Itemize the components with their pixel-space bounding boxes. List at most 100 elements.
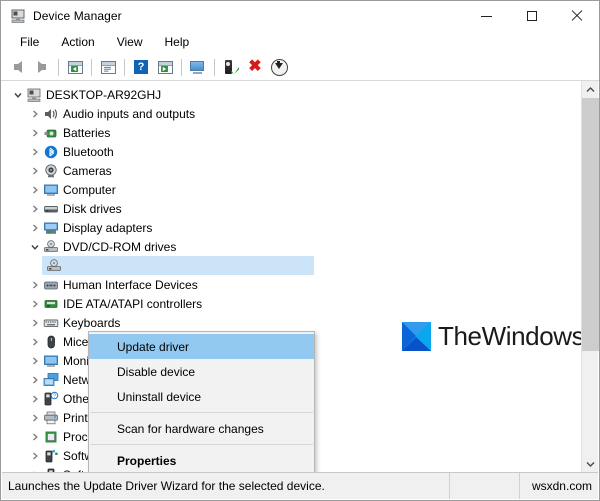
toolbar-update-driver-button[interactable] [267,56,291,79]
forward-arrow-icon [38,61,46,73]
device-tree-pane[interactable]: TheWindowsClub DESKTOP-AR92GHJ [2,81,599,472]
tree-node-label: Bluetooth [63,144,114,159]
update-driver-icon [270,58,288,76]
bluetooth-icon [43,144,59,160]
context-menu-item-scan-for-hardware-changes[interactable]: Scan for hardware changes [89,416,314,441]
status-watermark: wsxdn.com [531,479,592,493]
context-menu-item-properties[interactable]: Properties [89,448,314,472]
tree-node-disk-drives[interactable]: Disk drives [2,199,577,218]
tree-node-audio-inputs-and-outputs[interactable]: Audio inputs and outputs [2,104,577,123]
toolbar-help-button[interactable]: ? [129,56,153,79]
computer-icon [26,87,42,103]
enable-device-icon [224,60,239,74]
other-device-icon: ? [43,391,59,407]
monitor-icon [43,182,59,198]
context-menu-item-uninstall-device[interactable]: Uninstall device [89,384,314,409]
context-menu-separator [90,412,313,413]
context-menu-separator [90,444,313,445]
chevron-right-icon[interactable] [27,410,43,426]
tree-node-label: Computer [63,182,116,197]
title-bar: Device Manager [1,1,599,31]
chevron-right-icon[interactable] [27,106,43,122]
monitor-icon [43,353,59,369]
tree-node-cameras[interactable]: Cameras [2,161,577,180]
speaker-icon [43,106,59,122]
tree-node-dvd-cd-rom-drives[interactable]: DVD/CD-ROM drives [2,237,577,256]
tree-node-bluetooth[interactable]: Bluetooth [2,142,577,161]
toolbar-uninstall-device-button[interactable]: ✖ [243,56,267,79]
toolbar-back-button[interactable] [6,56,30,79]
toolbar-action-pane-button[interactable] [153,56,177,79]
chevron-down-icon[interactable] [27,239,43,255]
tree-node-label: Cameras [63,163,112,178]
software-component-icon [43,448,59,464]
chevron-right-icon[interactable] [27,144,43,160]
chevron-right-icon[interactable] [27,334,43,350]
ide-controller-icon [43,296,59,312]
tree-node-label: Keyboards [63,315,121,330]
close-button[interactable] [554,1,599,31]
device-manager-icon [10,8,26,24]
tree-node-display-adapters[interactable]: Display adapters [2,218,577,237]
toolbar-separator [124,58,125,76]
chevron-right-icon[interactable] [27,429,43,445]
chevron-down-icon[interactable] [10,87,26,103]
chevron-right-icon[interactable] [27,353,43,369]
menu-item-view[interactable]: View [106,32,154,53]
toolbar: ? ✖ [1,54,599,81]
scroll-up-button[interactable] [582,81,599,98]
selection-highlight [42,256,314,275]
tree-node-root[interactable]: DESKTOP-AR92GHJ [2,85,577,104]
context-menu: Update driver Disable device Uninstall d… [88,331,315,472]
tree-node-label: Disk drives [63,201,122,216]
tree-node-label: Display adapters [63,220,153,235]
watermark: TheWindowsClub [402,321,599,352]
menu-item-file[interactable]: File [9,32,50,53]
back-arrow-icon [14,61,22,73]
toolbar-enable-device-button[interactable] [219,56,243,79]
tree-node-label: IDE ATA/ATAPI controllers [63,296,203,311]
toolbar-console-tree-button[interactable] [63,56,87,79]
chevron-right-icon[interactable] [27,372,43,388]
chevron-right-icon[interactable] [27,391,43,407]
scrollbar-thumb[interactable] [582,98,599,351]
toolbar-forward-button[interactable] [30,56,54,79]
chevron-right-icon[interactable] [27,315,43,331]
tree-node-label: DESKTOP-AR92GHJ [46,87,162,102]
tree-node-human-interface-devices[interactable]: Human Interface Devices [2,275,577,294]
menu-item-action[interactable]: Action [50,32,105,53]
tree-node-label: Audio inputs and outputs [63,106,196,121]
status-bar: Launches the Update Driver Wizard for th… [2,472,598,499]
tree-node-batteries[interactable]: Batteries [2,123,577,142]
toolbar-separator [181,58,182,76]
toolbar-separator [214,58,215,76]
status-cell-2 [450,473,520,499]
chevron-right-icon[interactable] [27,163,43,179]
tree-node-selected-optical-device[interactable] [2,256,577,275]
tree-node-label: Human Interface Devices [63,277,198,292]
tree-node-ide-ata-atapi-controllers[interactable]: IDE ATA/ATAPI controllers [2,294,577,313]
chevron-right-icon[interactable] [27,201,43,217]
show-hide-action-pane-icon [157,60,173,74]
status-message: Launches the Update Driver Wizard for th… [2,473,450,499]
chevron-right-icon[interactable] [27,220,43,236]
minimize-button[interactable] [464,1,509,31]
scan-for-hardware-changes-icon [190,60,206,74]
menu-item-help[interactable]: Help [154,32,201,53]
scroll-down-button[interactable] [582,455,599,472]
maximize-button[interactable] [509,1,554,31]
context-menu-item-disable-device[interactable]: Disable device [89,359,314,384]
toolbar-scan-hardware-button[interactable] [186,56,210,79]
vertical-scrollbar[interactable] [581,81,599,472]
chevron-right-icon[interactable] [27,296,43,312]
chevron-right-icon[interactable] [27,448,43,464]
tree-node-computer[interactable]: Computer [2,180,577,199]
maximize-icon [526,11,537,21]
chevron-right-icon[interactable] [27,125,43,141]
context-menu-item-update-driver[interactable]: Update driver [89,334,314,359]
toolbar-separator [91,58,92,76]
processor-icon [43,429,59,445]
chevron-right-icon[interactable] [27,182,43,198]
chevron-right-icon[interactable] [27,277,43,293]
toolbar-properties-button[interactable] [96,56,120,79]
